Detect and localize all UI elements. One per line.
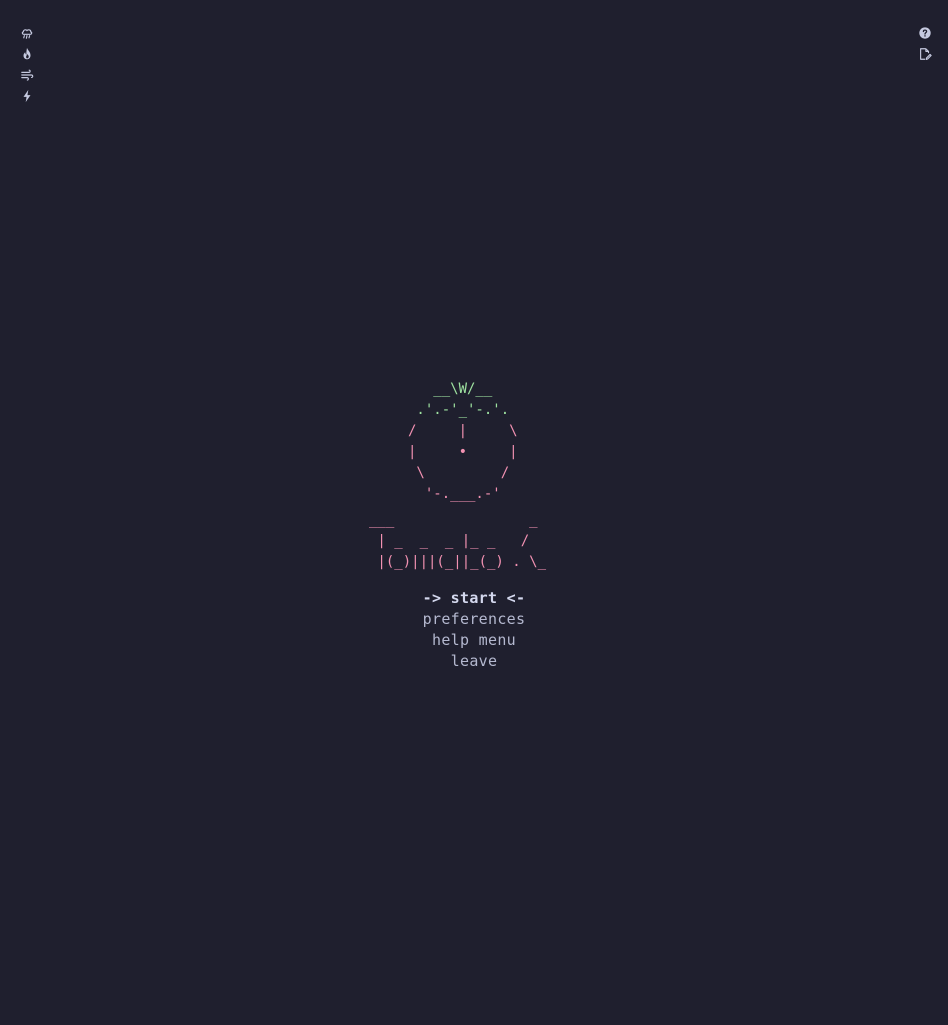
left-toolbar [18, 24, 36, 108]
wind-icon[interactable] [18, 66, 36, 84]
tomato-body-line: / | \ [408, 423, 518, 439]
logo-line: ___ _ [369, 512, 538, 528]
tomato-body-line: \ / [408, 465, 510, 481]
help-icon[interactable] [916, 24, 934, 42]
start-menu-item[interactable]: -> start <- [0, 588, 948, 609]
preferences-menu-item[interactable]: preferences [0, 609, 948, 630]
rain-cloud-icon[interactable] [18, 24, 36, 42]
lightning-icon[interactable] [18, 87, 36, 105]
logo-line: | _ _ _ |_ _ / [369, 533, 530, 549]
logo-line: |(_)|||(_||_(_) . \_ [369, 554, 547, 570]
edit-document-icon[interactable] [916, 45, 934, 63]
main-menu: -> start <- preferences help menu leave [0, 588, 948, 672]
tomato-body-line: | • | [408, 444, 518, 460]
tomato-ascii-art: __\W/__ .'.-'_'-.'. / | \ | • | \ / '-._… [408, 379, 518, 505]
leave-menu-item[interactable]: leave [0, 651, 948, 672]
tomato-leaf-line: .'.-'_'-.'. [408, 402, 510, 418]
fire-icon[interactable] [18, 45, 36, 63]
right-toolbar [916, 24, 934, 66]
help-menu-item[interactable]: help menu [0, 630, 948, 651]
tomato-leaf-line: __\W/__ [408, 381, 493, 397]
logo-ascii-art: ___ _ | _ _ _ |_ _ / |(_)|||(_||_(_) . \… [369, 510, 546, 573]
tomato-body-line: '-.___.-' [408, 486, 501, 502]
